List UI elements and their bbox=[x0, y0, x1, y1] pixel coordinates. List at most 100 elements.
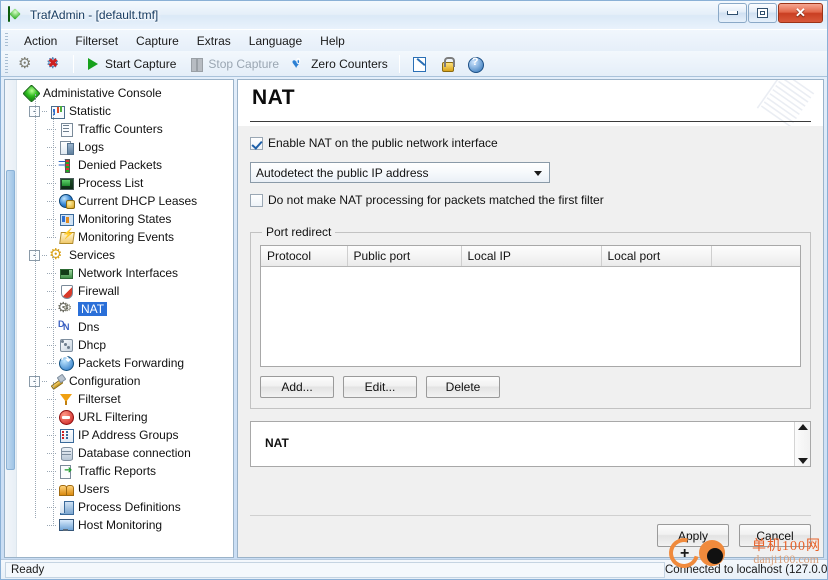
scroll-down-icon[interactable] bbox=[797, 458, 808, 464]
sidebar-item-denied-packets[interactable]: Denied Packets bbox=[17, 156, 233, 174]
sidebar-item-current-dhcp-leases[interactable]: Current DHCP Leases bbox=[17, 192, 233, 210]
sidebar-item-label: Process Definitions bbox=[78, 500, 181, 514]
tree-guide-line bbox=[47, 362, 56, 364]
scroll-up-icon[interactable] bbox=[797, 424, 808, 430]
sidebar-item-label: Firewall bbox=[78, 284, 120, 298]
sidebar-item-firewall[interactable]: Firewall bbox=[17, 282, 233, 300]
sidebar-item-label: Dns bbox=[78, 320, 100, 334]
toolbar-lock-button[interactable] bbox=[434, 54, 460, 74]
sidebar-item-label: Dhcp bbox=[78, 338, 107, 352]
public-ip-mode-dropdown[interactable]: Autodetect the public IP address bbox=[250, 162, 550, 183]
sidebar-item-url-filtering[interactable]: URL Filtering bbox=[17, 408, 233, 426]
connection-status: Connected to localhost (127.0.0.1) bbox=[665, 563, 828, 576]
sidebar-item-label: Monitoring States bbox=[78, 212, 172, 226]
sidebar-item-packets-forwarding[interactable]: Packets Forwarding bbox=[17, 353, 233, 372]
sidebar-item-traffic-reports[interactable]: Traffic Reports bbox=[17, 462, 233, 480]
stop-capture-label: Stop Capture bbox=[208, 56, 280, 71]
column-spacer[interactable] bbox=[711, 246, 800, 267]
sidebar-item-administative-console[interactable]: Administative Console bbox=[17, 84, 233, 102]
skip-first-filter-checkbox[interactable] bbox=[250, 193, 263, 207]
tree-guide-line bbox=[53, 382, 54, 526]
column-protocol[interactable]: Protocol bbox=[261, 246, 348, 267]
tree-vertical-scrollbar[interactable] bbox=[5, 80, 17, 557]
sidebar-item-monitoring-events[interactable]: Monitoring Events bbox=[17, 228, 233, 246]
menu-capture[interactable]: Capture bbox=[127, 31, 188, 51]
menu-action[interactable]: Action bbox=[15, 31, 66, 51]
sidebar-item-statistic[interactable]: - Statistic bbox=[17, 102, 233, 120]
zero-counters-button[interactable]: Zero Counters bbox=[286, 54, 393, 74]
green-diamond-icon bbox=[23, 85, 39, 101]
port-redirect-legend: Port redirect bbox=[266, 225, 332, 239]
sidebar-item-dns[interactable]: Dns bbox=[17, 318, 233, 336]
close-button[interactable]: ✕ bbox=[778, 3, 823, 23]
start-capture-label: Start Capture bbox=[105, 56, 177, 71]
maximize-restore-button[interactable] bbox=[748, 3, 777, 23]
table-header-row: Protocol Public port Local IP Local port bbox=[261, 246, 800, 267]
app-icon bbox=[8, 6, 24, 23]
toolbar-gear-delete-button[interactable] bbox=[41, 54, 67, 74]
sidebar-item-label: Users bbox=[78, 482, 110, 496]
enable-nat-row[interactable]: Enable NAT on the public network interfa… bbox=[250, 136, 811, 150]
menu-help[interactable]: Help bbox=[311, 31, 354, 51]
column-local-port[interactable]: Local port bbox=[601, 246, 712, 267]
tree-guide-line bbox=[47, 164, 56, 166]
sidebar-item-network-interfaces[interactable]: Network Interfaces bbox=[17, 264, 233, 282]
menu-filterset[interactable]: Filterset bbox=[66, 31, 127, 51]
sidebar-item-services[interactable]: -Services bbox=[17, 245, 233, 264]
description-box[interactable]: NAT bbox=[250, 421, 811, 467]
sidebar-item-logs[interactable]: Logs bbox=[17, 138, 233, 156]
sidebar-item-configuration[interactable]: - Configuration bbox=[17, 372, 233, 390]
apply-button[interactable]: Apply bbox=[657, 524, 729, 547]
sidebar-item-database-connection[interactable]: Database connection bbox=[17, 444, 233, 462]
sidebar-item-host-monitoring[interactable]: Host Monitoring bbox=[17, 516, 233, 534]
sidebar-item-process-list[interactable]: Process List bbox=[17, 174, 233, 192]
public-ip-mode-value: Autodetect the public IP address bbox=[256, 165, 429, 180]
edit-button[interactable]: Edit... bbox=[343, 376, 417, 398]
sidebar-item-label: Services bbox=[69, 248, 116, 262]
sidebar-item-ip-address-groups[interactable]: IP Address Groups bbox=[17, 426, 233, 444]
sidebar-item-traffic-counters[interactable]: Traffic Counters bbox=[17, 120, 233, 138]
sidebar-item-process-definitions[interactable]: Process Definitions bbox=[17, 498, 233, 516]
stop-capture-button[interactable]: Stop Capture bbox=[183, 54, 284, 74]
sidebar-item-monitoring-states[interactable]: Monitoring States bbox=[17, 210, 233, 228]
delete-button[interactable]: Delete bbox=[426, 376, 500, 398]
tree-guide-line bbox=[42, 254, 47, 256]
enable-nat-checkbox[interactable] bbox=[250, 136, 263, 150]
column-local-ip[interactable]: Local IP bbox=[461, 246, 602, 267]
column-public-port[interactable]: Public port bbox=[347, 246, 462, 267]
start-capture-button[interactable]: Start Capture bbox=[80, 54, 181, 74]
sidebar-item-filterset[interactable]: Filterset bbox=[17, 390, 233, 408]
enable-nat-label: Enable NAT on the public network interfa… bbox=[268, 136, 498, 150]
sidebar-item-dhcp[interactable]: Dhcp bbox=[17, 336, 233, 354]
tree-scrollbar-thumb[interactable] bbox=[6, 170, 15, 470]
port-redirect-buttons: Add... Edit... Delete bbox=[260, 376, 801, 398]
tree-guide-line bbox=[47, 524, 56, 526]
dns-icon bbox=[58, 319, 74, 335]
page-title: NAT bbox=[252, 86, 296, 109]
add-button[interactable]: Add... bbox=[260, 376, 334, 398]
toolbar-configure-button[interactable] bbox=[406, 54, 432, 74]
toolbar-help-button[interactable] bbox=[462, 54, 488, 74]
tree-guide-line bbox=[47, 128, 56, 130]
tree-guide-line bbox=[47, 200, 56, 202]
sidebar-item-users[interactable]: Users bbox=[17, 480, 233, 498]
description-scrollbar[interactable] bbox=[794, 422, 810, 466]
toolbar-settings-button[interactable] bbox=[13, 54, 39, 74]
menu-extras[interactable]: Extras bbox=[188, 31, 240, 51]
dhcp-cube-icon bbox=[58, 337, 74, 353]
skip-first-filter-row[interactable]: Do not make NAT processing for packets m… bbox=[250, 193, 811, 207]
sidebar-item-nat[interactable]: NAT bbox=[17, 299, 233, 318]
cancel-button[interactable]: Cancel bbox=[739, 524, 811, 547]
port-redirect-table-wrap[interactable]: Protocol Public port Local IP Local port bbox=[260, 245, 801, 367]
minimize-button[interactable] bbox=[718, 3, 747, 23]
menu-language[interactable]: Language bbox=[240, 31, 311, 51]
navigation-tree-panel: Administative Console - Statistic Traffic C… bbox=[4, 79, 234, 558]
